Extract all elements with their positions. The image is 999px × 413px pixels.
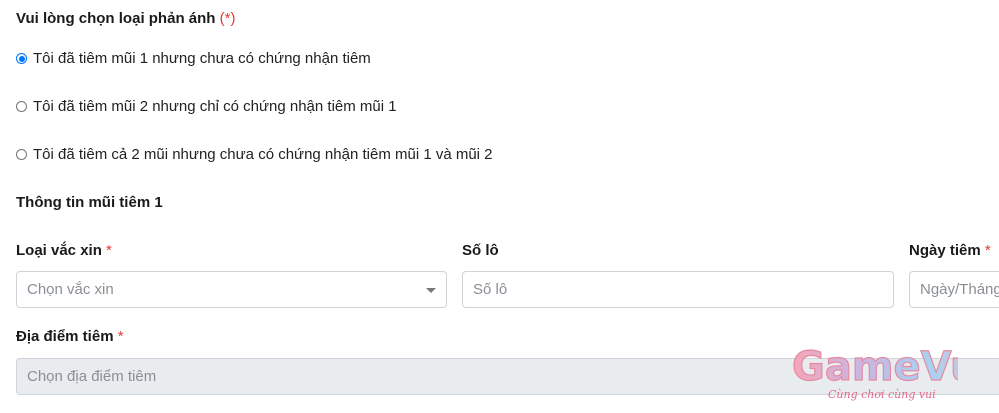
radio-option-label: Tôi đã tiêm mũi 1 nhưng chưa có chứng nh… xyxy=(33,50,371,67)
lot-number-label: Số lô xyxy=(462,242,499,259)
radio-option-both-doses-no-cert[interactable]: Tôi đã tiêm cả 2 mũi nhưng chưa có chứng… xyxy=(16,146,493,163)
required-indicator: (*) xyxy=(219,10,236,27)
vaccine-type-placeholder: Chọn vắc xin xyxy=(27,281,114,298)
injection-date-label: Ngày tiêm * xyxy=(909,242,991,259)
lot-number-input[interactable]: Số lô xyxy=(462,271,894,308)
section-title-dose1: Thông tin mũi tiêm 1 xyxy=(16,194,163,211)
radio-option-label: Tôi đã tiêm mũi 2 nhưng chỉ có chứng nhậ… xyxy=(33,98,397,115)
required-indicator: * xyxy=(984,242,991,259)
injection-date-input[interactable]: Ngày/Tháng xyxy=(909,271,999,308)
injection-date-placeholder: Ngày/Tháng xyxy=(920,281,999,298)
watermark-subtitle: Cùng chơi cùng vui xyxy=(828,388,936,401)
radio-option-dose1-no-cert[interactable]: Tôi đã tiêm mũi 1 nhưng chưa có chứng nh… xyxy=(16,50,371,67)
location-placeholder: Chọn địa điểm tiêm xyxy=(27,368,157,385)
lot-number-placeholder: Số lô xyxy=(473,281,508,298)
gamevui-watermark-logo: GameVui Cùng chơi cùng vui xyxy=(788,340,993,402)
injection-date-label-text: Ngày tiêm xyxy=(909,242,981,259)
report-type-question: Vui lòng chọn loại phản ánh (*) xyxy=(16,10,235,27)
required-indicator: * xyxy=(106,242,112,259)
radio-option-dose2-only-cert1[interactable]: Tôi đã tiêm mũi 2 nhưng chỉ có chứng nhậ… xyxy=(16,98,397,115)
radio-button-checked[interactable] xyxy=(16,53,27,64)
vaccine-type-label: Loại vắc xin * xyxy=(16,242,112,259)
watermark-title: GameVui xyxy=(792,344,958,390)
gamevui-logo-icon: GameVui xyxy=(791,343,993,390)
required-indicator: * xyxy=(117,328,124,345)
report-type-question-text: Vui lòng chọn loại phản ánh xyxy=(16,10,216,27)
vaccine-type-select[interactable]: Chọn vắc xin xyxy=(16,271,447,308)
radio-option-label: Tôi đã tiêm cả 2 mũi nhưng chưa có chứng… xyxy=(33,146,493,163)
vaccine-type-label-text: Loại vắc xin xyxy=(16,242,102,259)
chevron-down-icon xyxy=(426,288,436,293)
radio-button[interactable] xyxy=(16,149,27,160)
radio-button[interactable] xyxy=(16,101,27,112)
location-label-text: Địa điểm tiêm xyxy=(16,328,114,345)
location-label: Địa điểm tiêm * xyxy=(16,328,124,345)
